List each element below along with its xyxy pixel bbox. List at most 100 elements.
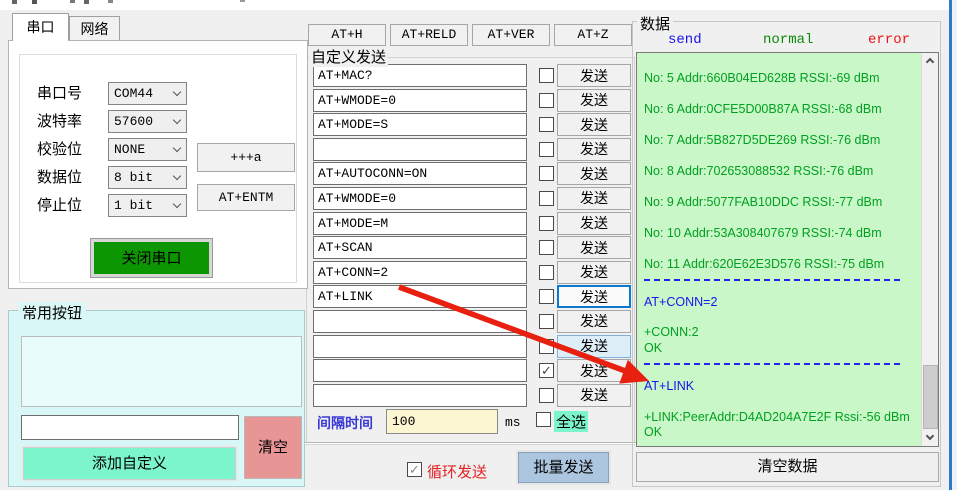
combo-select[interactable]: COM44 <box>108 82 187 105</box>
serial-field-row: 波特率 57600 <box>37 110 187 133</box>
send-button[interactable]: 发送 <box>557 384 631 407</box>
clear-button[interactable]: 清空 <box>244 416 302 479</box>
custom-command-input[interactable] <box>21 415 239 440</box>
data-log-area[interactable]: No: 5 Addr:660B04ED628B RSSI:-69 dBm No:… <box>636 52 939 447</box>
add-custom-button[interactable]: 添加自定义 <box>23 447 236 480</box>
horizontal-divider <box>305 442 640 444</box>
scrollbar-down-icon[interactable] <box>922 430 939 446</box>
data-line: OK <box>644 425 914 440</box>
data-line: No: 8 Addr:702653088532 RSSI:-76 dBm <box>644 164 914 179</box>
command-checkbox[interactable] <box>539 339 554 354</box>
data-line <box>644 87 914 102</box>
command-input[interactable] <box>313 162 527 185</box>
command-checkbox[interactable] <box>539 68 554 83</box>
clear-data-button[interactable]: 清空数据 <box>636 452 939 482</box>
serial-tab-page: 串口号 COM44 波特率 57600 校验位 NONE <box>8 40 308 289</box>
send-button[interactable]: 发送 <box>557 89 631 112</box>
close-serial-port-button[interactable]: 关闭串口 <box>91 239 212 277</box>
send-button[interactable]: 发送 <box>557 359 631 382</box>
combo-select[interactable]: 57600 <box>108 110 187 133</box>
command-input[interactable] <box>313 212 527 235</box>
command-input[interactable] <box>313 335 527 358</box>
select-all-label: 全选 <box>554 411 588 432</box>
command-checkbox[interactable] <box>539 314 554 329</box>
send-button[interactable]: 发送 <box>557 310 631 333</box>
send-button[interactable]: 发送 <box>557 162 631 185</box>
send-button[interactable]: 发送 <box>557 64 631 87</box>
quick-at-buttons: AT+H AT+RELD AT+VER AT+Z <box>308 24 632 46</box>
command-input[interactable] <box>313 310 527 333</box>
command-checkbox[interactable] <box>539 191 554 206</box>
command-input[interactable] <box>313 89 527 112</box>
command-input[interactable] <box>313 285 527 308</box>
combo-select[interactable]: 8 bit <box>108 166 187 189</box>
command-row: 发送 <box>313 285 631 308</box>
at-entm-button[interactable]: AT+ENTM <box>197 184 295 211</box>
command-input[interactable] <box>313 261 527 284</box>
send-button[interactable]: 发送 <box>557 285 631 308</box>
quick-at-button[interactable]: AT+VER <box>472 24 550 46</box>
tab-network[interactable]: 网络 <box>69 16 120 41</box>
command-checkbox[interactable] <box>539 363 554 378</box>
common-buttons-groupbox: 清空 添加自定义 <box>8 310 305 487</box>
send-button[interactable]: 发送 <box>557 212 631 235</box>
send-button[interactable]: 发送 <box>557 236 631 259</box>
common-buttons-title: 常用按钮 <box>18 302 86 323</box>
field-label: 校验位 <box>37 138 108 161</box>
plus-a-button[interactable]: +++a <box>197 143 295 172</box>
data-line <box>644 363 914 378</box>
command-input[interactable] <box>313 113 527 136</box>
data-line: +LINK:PeerAddr:D4AD204A7E2F Rssi:-56 dBm <box>644 410 914 425</box>
command-input[interactable] <box>313 384 527 407</box>
select-all-checkbox[interactable] <box>536 412 551 427</box>
data-line: No: 7 Addr:5B827D5DE269 RSSI:-76 dBm <box>644 133 914 148</box>
command-checkbox[interactable] <box>539 117 554 132</box>
quick-at-button[interactable]: AT+Z <box>554 24 632 46</box>
command-input[interactable] <box>313 138 527 161</box>
command-input[interactable] <box>313 359 527 382</box>
command-checkbox[interactable] <box>539 216 554 231</box>
data-line <box>644 149 914 164</box>
command-input[interactable] <box>313 64 527 87</box>
command-checkbox[interactable] <box>539 265 554 280</box>
data-line: No: 11 Addr:620E62E3D576 RSSI:-75 dBm <box>644 257 914 272</box>
scrollbar-thumb[interactable] <box>923 365 938 429</box>
field-label: 波特率 <box>37 110 108 133</box>
batch-send-button[interactable]: 批量发送 <box>518 452 609 483</box>
send-button[interactable]: 发送 <box>557 187 631 210</box>
scrollbar-up-icon[interactable] <box>922 53 939 69</box>
quick-at-button[interactable]: AT+H <box>308 24 386 46</box>
data-line <box>644 241 914 256</box>
quick-at-button[interactable]: AT+RELD <box>390 24 468 46</box>
data-line: +CONN:2 <box>644 325 914 340</box>
command-checkbox[interactable] <box>539 166 554 181</box>
loop-send-checkbox[interactable] <box>407 462 422 477</box>
command-input[interactable] <box>313 187 527 210</box>
combo-select[interactable]: NONE <box>108 138 187 161</box>
command-row: 发送 <box>313 187 631 210</box>
command-input[interactable] <box>313 236 527 259</box>
command-row: 发送 <box>313 384 631 407</box>
tab-serial[interactable]: 串口 <box>12 13 69 41</box>
send-button[interactable]: 发送 <box>557 335 631 358</box>
command-checkbox[interactable] <box>539 388 554 403</box>
command-checkbox[interactable] <box>539 289 554 304</box>
command-row: 发送 <box>313 89 631 112</box>
data-log-lines: No: 5 Addr:660B04ED628B RSSI:-69 dBm No:… <box>644 56 914 441</box>
send-button[interactable]: 发送 <box>557 261 631 284</box>
command-checkbox[interactable] <box>539 240 554 255</box>
field-label: 停止位 <box>37 194 108 217</box>
legend-error-label: error <box>868 32 910 48</box>
combo-select[interactable]: 1 bit <box>108 194 187 217</box>
send-button[interactable]: 发送 <box>557 138 631 161</box>
interval-time-label: 间隔时间 <box>317 413 373 433</box>
interval-time-input[interactable] <box>386 409 498 434</box>
send-button[interactable]: 发送 <box>557 113 631 136</box>
command-checkbox[interactable] <box>539 142 554 157</box>
field-label: 数据位 <box>37 166 108 189</box>
custom-send-title: 自定义发送 <box>309 46 388 67</box>
scrollbar[interactable] <box>921 53 938 446</box>
data-line: OK <box>644 341 914 356</box>
data-line: No: 10 Addr:53A308407679 RSSI:-74 dBm <box>644 226 914 241</box>
command-checkbox[interactable] <box>539 93 554 108</box>
